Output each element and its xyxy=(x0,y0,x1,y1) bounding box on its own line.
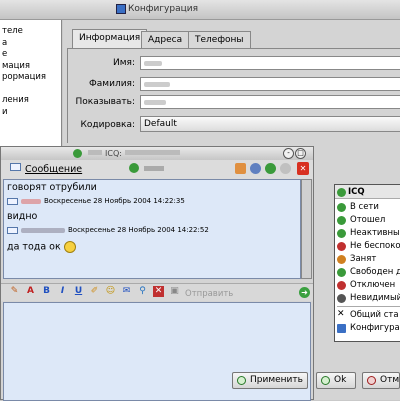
message-text: да тода ок xyxy=(7,241,76,253)
window-title: Конфигурация xyxy=(128,4,198,14)
menu-separator xyxy=(337,306,400,307)
maximize-button[interactable]: □ xyxy=(295,148,306,159)
check-icon xyxy=(321,376,330,385)
redacted-value xyxy=(144,166,164,171)
message-envelope-icon xyxy=(10,163,21,171)
envelope-icon xyxy=(7,226,18,234)
name-field[interactable] xyxy=(140,56,400,70)
left-nav-item[interactable]: и xyxy=(0,107,61,119)
smiley-button-icon[interactable]: ☺ xyxy=(105,286,116,297)
message-text: видно xyxy=(7,211,38,222)
display-label: Показывать: xyxy=(75,97,135,107)
settings-icon[interactable] xyxy=(280,163,291,174)
cancel-button[interactable]: Отм xyxy=(362,372,400,389)
free-chat-icon xyxy=(337,268,346,277)
chat-title: ICQ: xyxy=(105,149,122,158)
status-online-icon xyxy=(129,163,139,173)
status-na[interactable]: Неактивный xyxy=(335,227,400,239)
tab-information[interactable]: Информация xyxy=(72,29,148,49)
surname-label: Фамилия: xyxy=(89,79,135,89)
font-color-icon[interactable]: A xyxy=(25,286,36,297)
status-menu: ICQ В сети Отошел Неактивный Не беспоко … xyxy=(334,184,400,342)
offline-icon xyxy=(337,281,346,290)
configure-item[interactable]: Конфигура xyxy=(335,322,400,334)
italic-icon[interactable]: I xyxy=(57,286,68,297)
left-nav-item[interactable]: а xyxy=(0,38,61,50)
smiley-icon xyxy=(63,241,76,253)
display-field[interactable] xyxy=(140,95,400,109)
chat-scrollbar[interactable] xyxy=(301,179,312,279)
contacts-icon[interactable] xyxy=(235,163,246,174)
icq-flower-icon xyxy=(337,188,346,197)
search-icon[interactable]: ⚲ xyxy=(137,286,148,297)
configure-icon xyxy=(337,324,346,333)
left-nav-item[interactable]: теле xyxy=(0,26,61,38)
ok-button[interactable]: Ok xyxy=(316,372,356,389)
send-button[interactable]: Отправить xyxy=(185,289,233,299)
status-dnd[interactable]: Не беспоко xyxy=(335,240,400,252)
status-general[interactable]: ✕ Общий ста xyxy=(335,309,400,321)
redacted-value xyxy=(88,150,102,155)
status-busy[interactable]: Занят xyxy=(335,253,400,265)
redacted-value xyxy=(125,150,180,155)
cancel-icon xyxy=(367,376,376,385)
minimize-button[interactable]: - xyxy=(283,148,294,159)
status-free-chat[interactable]: Свободен д xyxy=(335,266,400,278)
bold-icon[interactable]: B xyxy=(41,286,52,297)
redacted-value xyxy=(144,82,170,87)
color-picker-icon[interactable]: ✐ xyxy=(89,286,100,297)
background-titlebar xyxy=(0,0,400,20)
envelope-icon xyxy=(7,197,18,205)
attach-icon[interactable]: ✉ xyxy=(121,286,132,297)
chat-window: ICQ: - □ Сообщение ✕ говорят отрубили Во… xyxy=(0,146,314,401)
forward-arrow-icon[interactable]: ➜ xyxy=(299,287,310,298)
chat-history: говорят отрубили Воскресенье 28 Ноябрь 2… xyxy=(3,179,301,279)
underline-icon[interactable]: U xyxy=(73,286,84,297)
message-meta: Воскресенье 28 Ноябрь 2004 14:22:35 xyxy=(7,197,185,205)
status-offline[interactable]: Отключен xyxy=(335,279,400,291)
clear-icon[interactable]: ✕ xyxy=(153,286,164,297)
status-invisible[interactable]: Невидимый xyxy=(335,292,400,304)
tab-phones[interactable]: Телефоны xyxy=(188,31,251,48)
message-type-label[interactable]: Сообщение xyxy=(25,164,82,175)
status-away[interactable]: Отошел xyxy=(335,214,400,226)
close-icon[interactable]: ✕ xyxy=(297,162,309,175)
encoding-select[interactable]: Default xyxy=(140,116,400,132)
redacted-value xyxy=(144,100,166,105)
tab-addresses[interactable]: Адреса xyxy=(141,31,190,48)
apply-button[interactable]: Применить xyxy=(232,372,308,389)
window-icon xyxy=(116,4,126,14)
busy-icon xyxy=(337,255,346,264)
message-text: говорят отрубили xyxy=(7,182,97,193)
history-icon[interactable] xyxy=(265,163,276,174)
dnd-icon xyxy=(337,242,346,251)
surname-field[interactable] xyxy=(140,77,400,91)
check-icon xyxy=(237,376,246,385)
message-meta: Воскресенье 28 Ноябрь 2004 14:22:52 xyxy=(7,226,209,234)
invisible-icon xyxy=(337,294,346,303)
na-icon xyxy=(337,229,346,238)
encoding-label: Кодировка: xyxy=(80,120,135,130)
info-icon[interactable] xyxy=(250,163,261,174)
icq-flower-icon xyxy=(73,149,82,158)
name-label: Имя: xyxy=(113,58,135,68)
status-online[interactable]: В сети xyxy=(335,201,400,213)
send-icon[interactable]: ▣ xyxy=(169,286,180,297)
online-icon xyxy=(337,203,346,212)
font-icon[interactable]: ✎ xyxy=(9,286,20,297)
general-status-icon: ✕ xyxy=(337,309,345,319)
redacted-nick xyxy=(21,227,65,233)
away-icon xyxy=(337,216,346,225)
redacted-value xyxy=(144,61,162,66)
redacted-nick xyxy=(21,198,41,204)
